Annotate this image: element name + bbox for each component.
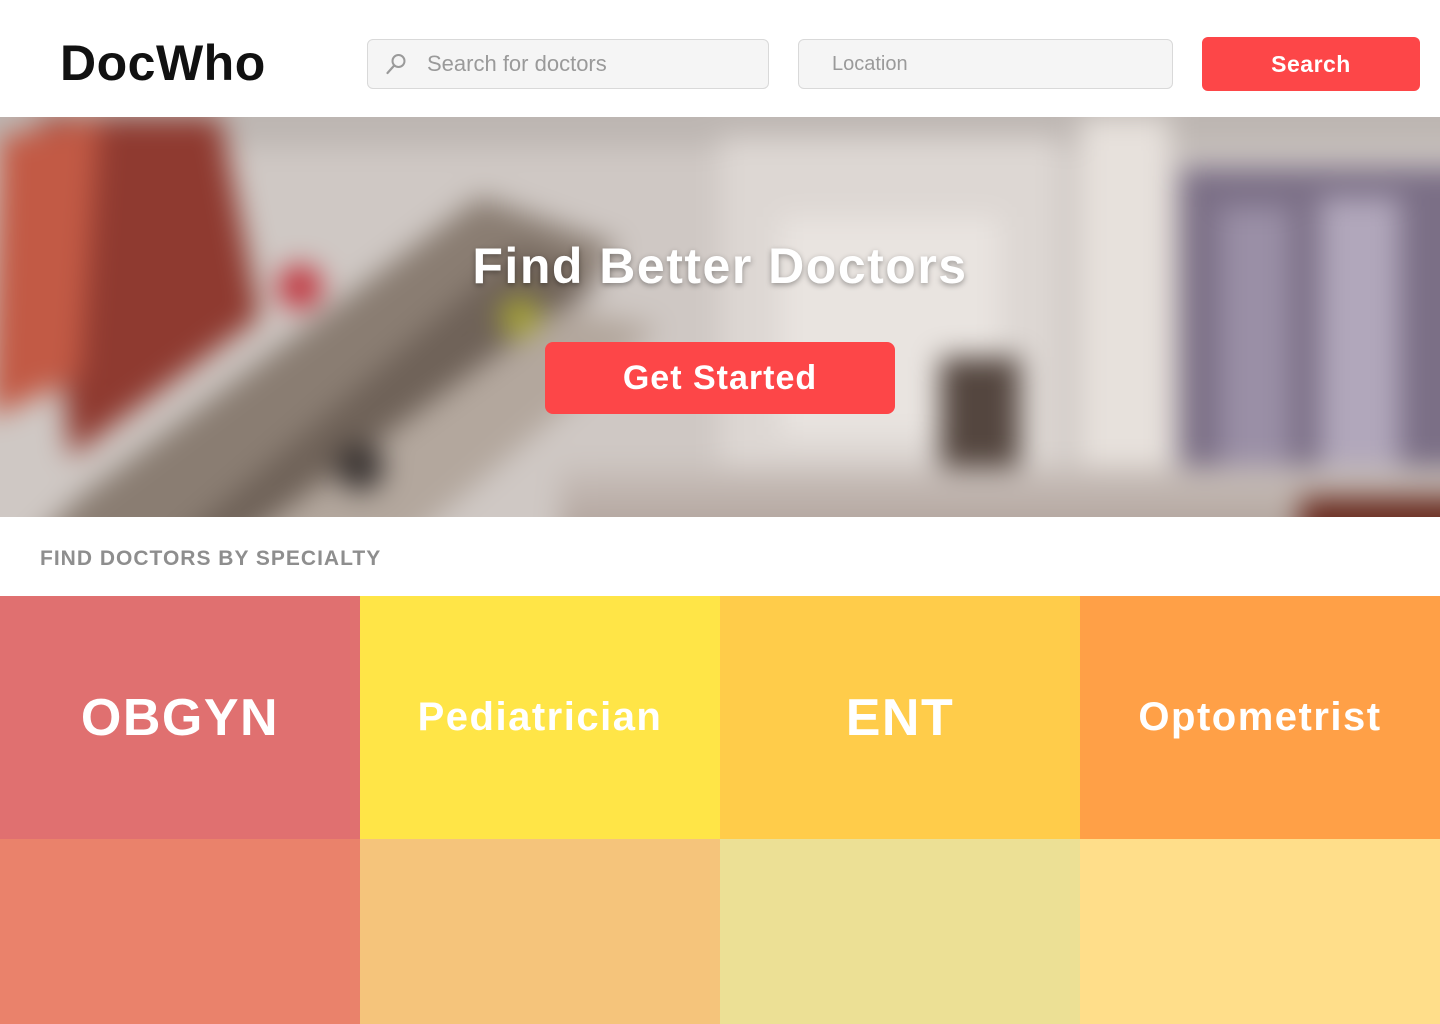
doctor-search-field[interactable] <box>367 39 769 89</box>
location-field[interactable] <box>798 39 1173 89</box>
specialty-tile-pediatrician[interactable]: Pediatrician <box>360 596 720 839</box>
hero-background-image <box>0 117 1440 517</box>
specialty-tile[interactable] <box>360 839 720 1024</box>
hero-title: Find Better Doctors <box>472 238 968 294</box>
location-input[interactable] <box>830 40 1162 88</box>
specialty-tile-label: OBGYN <box>80 688 280 747</box>
search-button[interactable]: Search <box>1202 37 1420 91</box>
site-header: DocWho Search <box>0 0 1440 117</box>
specialty-tile-label: Pediatrician <box>417 695 663 739</box>
search-icon <box>386 54 406 75</box>
hero-banner: Find Better Doctors Get Started <box>0 117 1440 517</box>
specialty-tile-label: Optometrist <box>1138 695 1382 739</box>
specialty-tile-obgyn[interactable]: OBGYN <box>0 596 360 839</box>
logo[interactable]: DocWho <box>60 32 266 94</box>
get-started-button[interactable]: Get Started <box>545 342 895 414</box>
specialty-tile[interactable] <box>1080 839 1440 1024</box>
specialty-heading: FIND DOCTORS BY SPECIALTY <box>40 547 382 570</box>
specialty-tile[interactable] <box>0 839 360 1024</box>
specialty-tile[interactable] <box>720 839 1080 1024</box>
specialty-tile-label: ENT <box>845 688 955 747</box>
specialty-tile-ent[interactable]: ENT <box>720 596 1080 839</box>
doctor-search-input[interactable] <box>425 40 758 88</box>
specialty-tile-optometrist[interactable]: Optometrist <box>1080 596 1440 839</box>
